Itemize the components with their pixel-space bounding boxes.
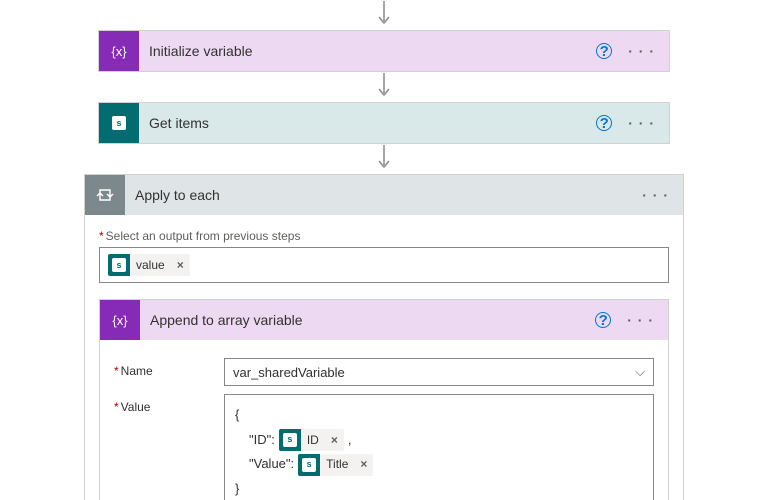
more-menu-button[interactable]: · · · (628, 115, 655, 131)
dynamic-token-title[interactable]: s Title × (298, 454, 373, 476)
sharepoint-icon: s (108, 254, 130, 276)
output-label: Select an output from previous steps (99, 229, 669, 243)
more-menu-button[interactable]: · · · (628, 43, 655, 59)
sharepoint-icon: s (298, 454, 320, 476)
output-selector-input[interactable]: s value × (99, 247, 669, 283)
dynamic-token-id[interactable]: s ID × (279, 429, 344, 451)
help-icon[interactable]: ? (595, 312, 611, 328)
sharepoint-icon: s (99, 103, 139, 143)
loop-icon (85, 175, 125, 215)
remove-token-button[interactable]: × (171, 258, 190, 272)
arrow-connector (0, 72, 768, 102)
variable-name-select[interactable]: var_sharedVariable ⌵ (224, 358, 654, 386)
help-icon[interactable]: ? (596, 43, 612, 59)
step-append-to-array: {x} Append to array variable ? · · · Nam… (99, 299, 669, 500)
more-menu-button[interactable]: · · · (627, 312, 654, 328)
chevron-down-icon: ⌵ (635, 364, 645, 380)
step-title: Initialize variable (139, 43, 596, 59)
remove-token-button[interactable]: × (325, 429, 344, 452)
step-title: Append to array variable (140, 312, 595, 328)
value-expression-input[interactable]: { "ID": s ID × , (224, 394, 654, 500)
step-initialize-variable[interactable]: {x} Initialize variable ? · · · (98, 30, 670, 72)
variable-icon: {x} (100, 300, 140, 340)
help-icon[interactable]: ? (596, 115, 612, 131)
step-title: Apply to each (125, 187, 642, 203)
remove-token-button[interactable]: × (354, 453, 373, 476)
sharepoint-icon: s (279, 429, 301, 451)
value-label: Value (114, 394, 224, 414)
variable-icon: {x} (99, 31, 139, 71)
name-label: Name (114, 358, 224, 378)
dynamic-token-value[interactable]: s value × (108, 254, 190, 276)
step-title: Get items (139, 115, 596, 131)
more-menu-button[interactable]: · · · (642, 187, 669, 203)
step-apply-to-each: Apply to each · · · Select an output fro… (84, 174, 684, 500)
arrow-connector (0, 0, 768, 30)
arrow-connector (0, 144, 768, 174)
step-get-items[interactable]: s Get items ? · · · (98, 102, 670, 144)
